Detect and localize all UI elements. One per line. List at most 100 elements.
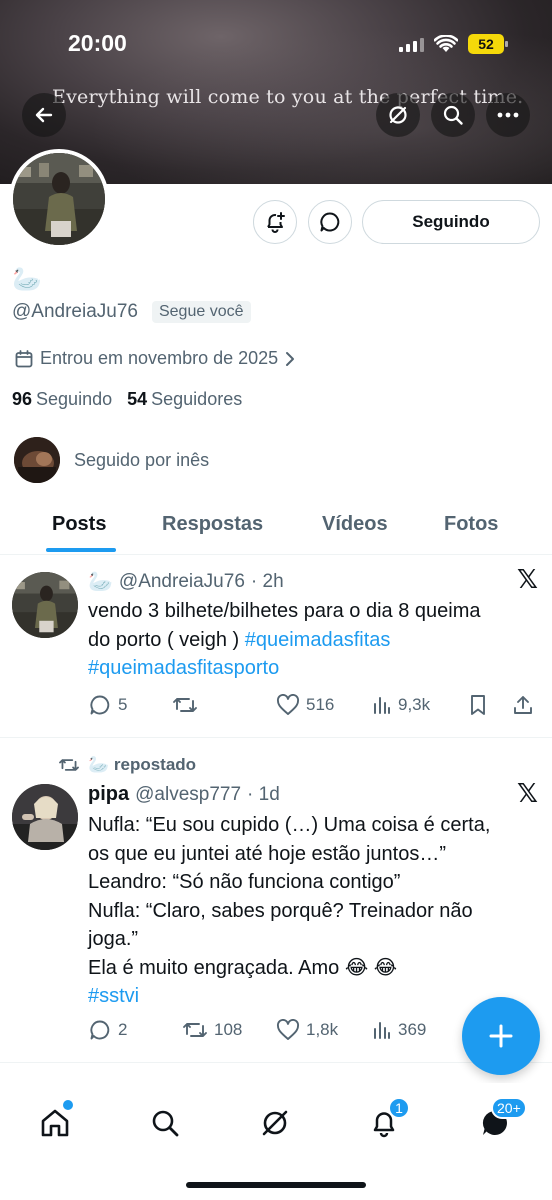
status-time: 20:00 (68, 30, 127, 56)
repost-button[interactable] (172, 694, 276, 716)
plus-icon (489, 1024, 513, 1048)
calendar-icon (15, 349, 33, 367)
more-icon (497, 112, 519, 118)
followers-count: 54 (127, 389, 148, 409)
following-stat[interactable]: 96 Seguindo (12, 389, 112, 410)
x-logo-icon[interactable]: 𝕏 (517, 565, 538, 595)
views-icon (374, 697, 390, 714)
profile-avatar[interactable] (9, 149, 109, 249)
post-author-avatar[interactable] (12, 784, 78, 850)
heart-icon (277, 694, 299, 715)
profile-tabs: Posts Respostas Vídeos Fotos (0, 497, 552, 555)
status-indicators: 52 (399, 34, 508, 54)
like-button[interactable]: 516 (276, 694, 372, 716)
post-text-line: os que eu juntei até hoje estão juntos…” (88, 842, 447, 865)
notifications-badge: 1 (388, 1097, 410, 1119)
reply-icon (90, 1020, 110, 1040)
battery-indicator: 52 (468, 34, 508, 54)
profile-handle: @AndreiaJu76 (12, 301, 138, 322)
display-name: 🦢 (12, 266, 42, 293)
repost-count: 108 (214, 1020, 243, 1039)
tab-replies[interactable]: Respostas (162, 513, 263, 536)
tab-posts[interactable]: Posts (52, 513, 106, 536)
post-author-name[interactable]: 🦢 (88, 569, 113, 594)
post-time: · 2h (250, 570, 284, 592)
post-text-line: Ela é muito engraçada. Amo 😂 😂 (88, 956, 398, 979)
nav-messages[interactable]: 20+ (475, 1097, 527, 1143)
post-text: vendo 3 bilhete/bilhetes para o dia 8 qu… (88, 597, 538, 683)
notify-button[interactable] (253, 200, 297, 244)
bottom-navigation: 1 20+ (0, 1083, 552, 1200)
repost-icon (59, 759, 79, 771)
back-button[interactable] (22, 93, 66, 137)
reply-button[interactable]: 5 (88, 693, 172, 717)
nav-home[interactable] (35, 1100, 75, 1143)
post-text-line: do porto ( veigh ) (88, 628, 245, 651)
post-divider (0, 1062, 552, 1063)
unread-dot (63, 1100, 73, 1110)
post-author-handle[interactable]: @AndreiaJu76 (119, 571, 245, 593)
like-count: 516 (306, 695, 335, 714)
followed-by-row[interactable]: Seguido por inês (14, 437, 209, 483)
post-author-handle[interactable]: @alvesp777 (135, 784, 241, 806)
grok-button[interactable] (376, 93, 420, 137)
avatar-photo (13, 153, 105, 245)
chat-bubble-icon (320, 212, 340, 232)
home-icon (41, 1109, 69, 1137)
post-text-line: Leandro: “Só não funciona contigo” (88, 871, 401, 893)
handle-row: @AndreiaJu76 Segue você (12, 301, 251, 323)
active-tab-indicator (46, 548, 116, 552)
hashtag-link[interactable]: #queimadasfitasporto (88, 657, 279, 679)
bookmark-button[interactable] (468, 694, 512, 716)
views-button[interactable]: 369 (372, 1020, 426, 1040)
post-author-avatar[interactable] (12, 572, 78, 638)
post-text-line: joga.” (88, 928, 139, 950)
more-button[interactable] (486, 93, 530, 137)
follows-you-badge: Segue você (151, 301, 251, 323)
hashtag-link[interactable]: #sstvi (88, 985, 139, 1007)
search-button[interactable] (431, 93, 475, 137)
tab-videos[interactable]: Vídeos (322, 513, 388, 536)
mutual-avatar (14, 437, 60, 483)
arrow-left-icon (35, 107, 53, 123)
share-icon (514, 696, 532, 714)
reply-count: 2 (118, 1020, 128, 1039)
nav-grok[interactable] (255, 1103, 295, 1143)
reply-icon (90, 695, 110, 715)
hashtag-link[interactable]: #queimadasfitas (245, 629, 391, 651)
views-icon (374, 1022, 390, 1039)
nav-search[interactable] (145, 1103, 185, 1143)
following-label: Seguindo (36, 389, 113, 409)
share-button[interactable] (512, 694, 534, 716)
x-logo-icon[interactable]: 𝕏 (517, 779, 538, 809)
like-button[interactable]: 1,8k (276, 1019, 372, 1041)
message-button[interactable] (308, 200, 352, 244)
views-button[interactable]: 9,3k (372, 695, 468, 715)
post-header: pipa @alvesp777 · 1d (88, 783, 280, 806)
signal-icon (399, 36, 424, 52)
like-count: 1,8k (306, 1020, 339, 1039)
messages-badge: 20+ (491, 1097, 527, 1119)
post-text-line: Nufla: “Claro, sabes porquê? Treinador n… (88, 899, 473, 922)
post-text-line: vendo 3 bilhete/bilhetes para o dia 8 qu… (88, 600, 481, 622)
followers-label: Seguidores (151, 389, 243, 409)
following-count: 96 (12, 389, 33, 409)
post-author-name[interactable]: pipa (88, 783, 129, 806)
reply-button[interactable]: 2 (88, 1018, 182, 1042)
compose-post-button[interactable] (462, 997, 540, 1075)
joined-date-link[interactable]: Entrou em novembro de 2025 (14, 348, 296, 369)
follow-stats: 96 Seguindo 54 Seguidores (12, 389, 242, 410)
home-indicator (186, 1182, 366, 1188)
nav-notifications[interactable]: 1 (364, 1097, 410, 1143)
repost-indicator: 🦢 repostado (58, 755, 196, 775)
post-time: · 1d (247, 783, 280, 805)
following-button[interactable]: Seguindo (362, 200, 540, 244)
followers-stat[interactable]: 54 Seguidores (127, 389, 242, 410)
repost-label[interactable]: 🦢 repostado (88, 755, 196, 775)
bookmark-icon (471, 695, 485, 715)
post-text-line: Nufla: “Eu sou cupido (…) Uma coisa é ce… (88, 814, 491, 836)
post-header: 🦢 @AndreiaJu76 · 2h (88, 569, 284, 594)
tab-photos[interactable]: Fotos (444, 513, 498, 536)
grok-icon (262, 1110, 288, 1136)
repost-button[interactable]: 108 (182, 1019, 276, 1041)
